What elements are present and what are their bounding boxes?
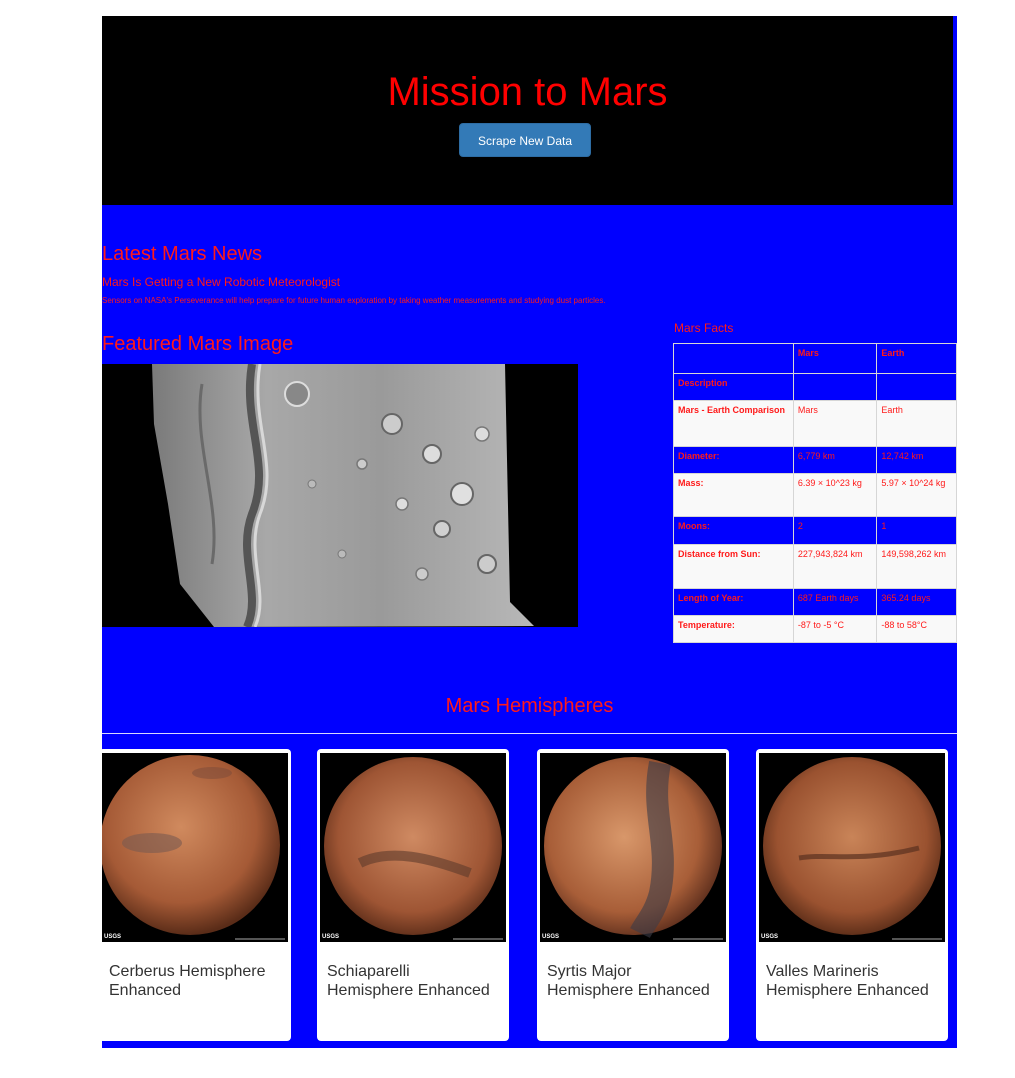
featured-mars-image bbox=[102, 364, 578, 627]
table-cell: Distance from Sun: bbox=[673, 544, 794, 589]
table-row: Diameter: 6,779 km 12,742 km bbox=[673, 446, 957, 474]
hemispheres-heading: Mars Hemispheres bbox=[445, 695, 614, 717]
table-header-cell: Mars bbox=[792, 343, 878, 374]
hemisphere-title[interactable]: Syrtis Major Hemisphere Enhanced bbox=[547, 962, 717, 1000]
news-heading: Latest Mars News bbox=[102, 243, 263, 265]
table-cell: 12,742 km bbox=[876, 446, 957, 474]
usgs-watermark: USGS bbox=[542, 934, 560, 940]
image-credit-line bbox=[235, 938, 285, 940]
table-cell: Mass: bbox=[673, 473, 794, 517]
hemisphere-image: USGS bbox=[102, 753, 288, 942]
image-credit-line bbox=[673, 938, 723, 940]
table-cell: 687 Earth days bbox=[792, 588, 878, 616]
usgs-watermark: USGS bbox=[104, 934, 122, 940]
section-divider bbox=[102, 733, 957, 734]
header-jumbotron: Mission to Mars Scrape New Data bbox=[102, 16, 953, 205]
table-row: Distance from Sun: 227,943,824 km 149,59… bbox=[673, 544, 957, 589]
usgs-watermark: USGS bbox=[761, 934, 779, 940]
table-cell: -88 to 58°C bbox=[876, 615, 957, 643]
table-cell: Diameter: bbox=[673, 446, 794, 474]
hemisphere-card-cerberus[interactable]: USGS Cerberus Hemisphere Enhanced bbox=[102, 749, 291, 1041]
table-cell: 5.97 × 10^24 kg bbox=[876, 473, 957, 517]
table-row: Description bbox=[673, 373, 957, 401]
table-cell: 1 bbox=[876, 516, 957, 545]
table-row: Mass: 6.39 × 10^23 kg 5.97 × 10^24 kg bbox=[673, 473, 957, 517]
table-cell: Moons: bbox=[673, 516, 794, 545]
table-row: Moons: 2 1 bbox=[673, 516, 957, 545]
table-cell: 227,943,824 km bbox=[792, 544, 878, 589]
page-title: Mission to Mars bbox=[387, 70, 668, 114]
table-header-cell: Earth bbox=[876, 343, 957, 374]
hemisphere-card-syrtis-major[interactable]: USGS Syrtis Major Hemisphere Enhanced bbox=[537, 749, 729, 1041]
hemisphere-title[interactable]: Valles Marineris Hemisphere Enhanced bbox=[766, 962, 936, 1000]
news-title: Mars Is Getting a New Robotic Meteorolog… bbox=[102, 275, 341, 289]
hemisphere-image: USGS bbox=[540, 753, 726, 942]
news-paragraph: Sensors on NASA's Perseverance will help… bbox=[102, 296, 606, 305]
image-credit-line bbox=[892, 938, 942, 940]
mars-facts-heading: Mars Facts bbox=[674, 321, 734, 335]
hemisphere-title[interactable]: Schiaparelli Hemisphere Enhanced bbox=[327, 962, 497, 1000]
usgs-watermark: USGS bbox=[322, 934, 340, 940]
table-cell: Length of Year: bbox=[673, 588, 794, 616]
table-cell: 2 bbox=[792, 516, 878, 545]
featured-image-heading: Featured Mars Image bbox=[102, 333, 294, 355]
table-header-row: Mars Earth bbox=[673, 343, 957, 374]
image-credit-line bbox=[453, 938, 503, 940]
hemisphere-image: USGS bbox=[320, 753, 506, 942]
table-cell: Temperature: bbox=[673, 615, 794, 643]
hemisphere-title[interactable]: Cerberus Hemisphere Enhanced bbox=[109, 962, 279, 1000]
mars-facts-table: Mars Earth Description Mars - Earth Comp… bbox=[673, 343, 957, 643]
scrape-button[interactable]: Scrape New Data bbox=[459, 123, 591, 157]
table-cell: 6,779 km bbox=[792, 446, 878, 474]
table-row: Mars - Earth Comparison Mars Earth bbox=[673, 400, 957, 447]
table-cell: Mars - Earth Comparison bbox=[673, 400, 794, 447]
table-cell: -87 to -5 °C bbox=[792, 615, 878, 643]
page: Mission to Mars Scrape New Data Latest M… bbox=[102, 16, 957, 1048]
hemisphere-card-schiaparelli[interactable]: USGS Schiaparelli Hemisphere Enhanced bbox=[317, 749, 509, 1041]
table-cell bbox=[792, 373, 878, 401]
table-row: Length of Year: 687 Earth days 365.24 da… bbox=[673, 588, 957, 616]
table-cell: 149,598,262 km bbox=[876, 544, 957, 589]
table-cell: 365.24 days bbox=[876, 588, 957, 616]
hemisphere-card-valles-marineris[interactable]: USGS Valles Marineris Hemisphere Enhance… bbox=[756, 749, 948, 1041]
hemisphere-image: USGS bbox=[759, 753, 945, 942]
table-cell: 6.39 × 10^23 kg bbox=[792, 473, 878, 517]
table-cell: Earth bbox=[876, 400, 957, 447]
table-cell bbox=[876, 373, 957, 401]
table-row: Temperature: -87 to -5 °C -88 to 58°C bbox=[673, 615, 957, 643]
table-header-cell bbox=[673, 343, 794, 374]
table-cell: Mars bbox=[792, 400, 878, 447]
table-cell: Description bbox=[673, 373, 794, 401]
